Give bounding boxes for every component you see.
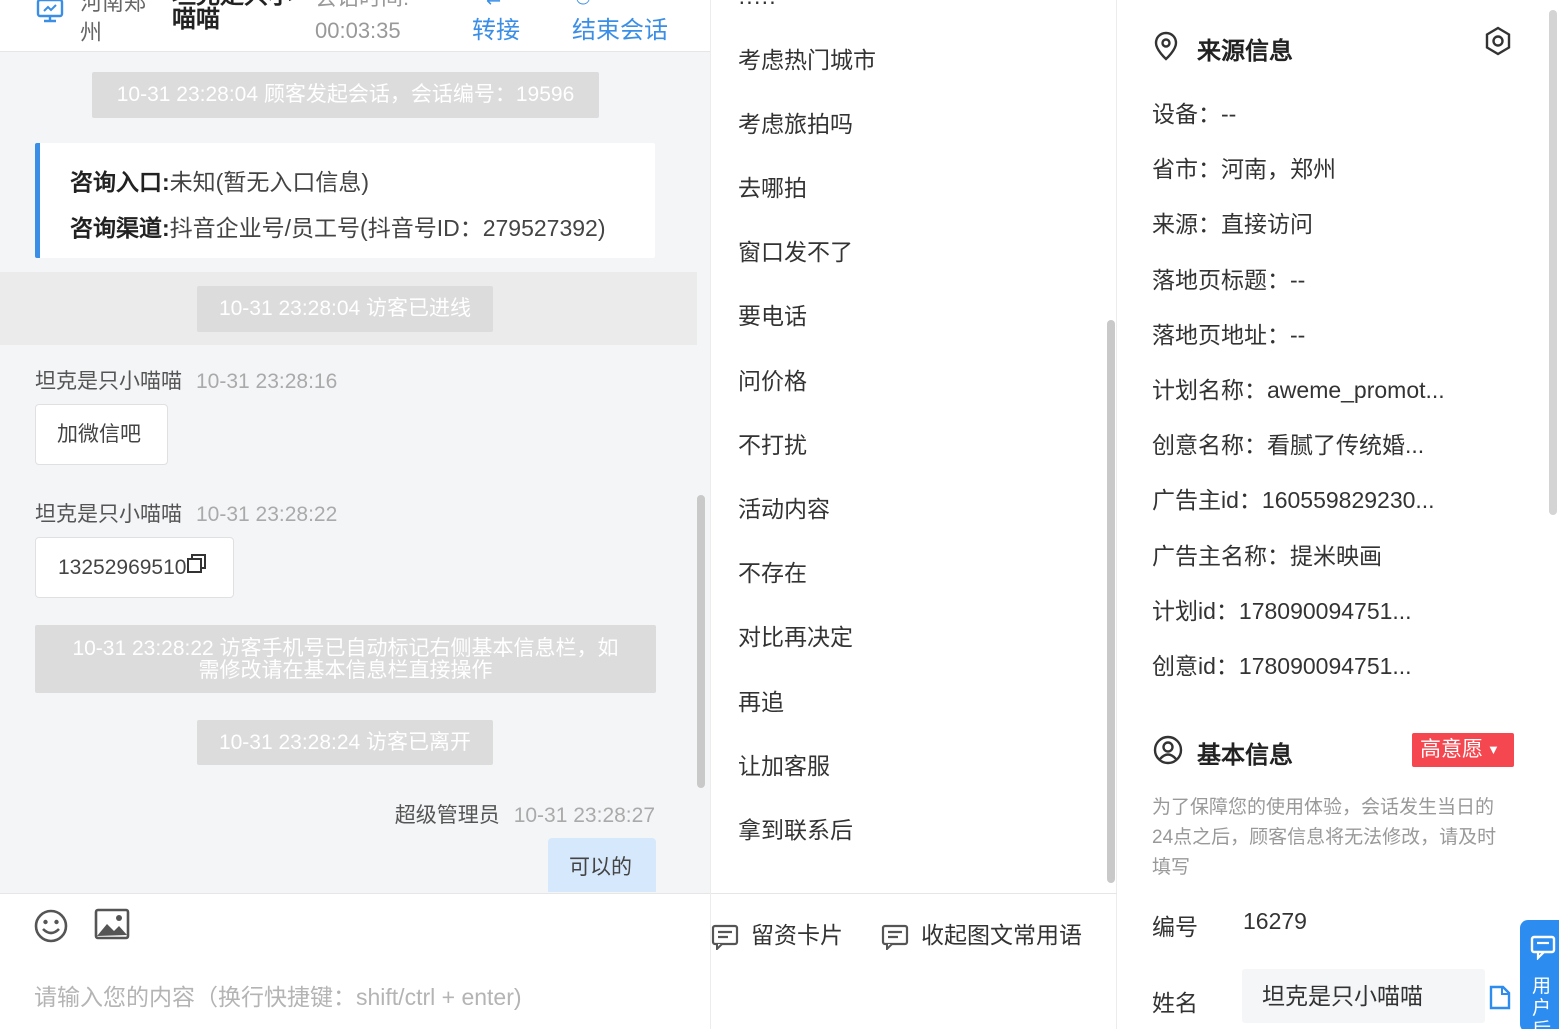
chat-header: 河南郑州 坦克是只小喵喵 会话时间: 00:03:35 ⇄ 转接 ⎋ 结束会话 [0,0,710,52]
source-row-landing-title: 落地页标题：-- [1152,267,1306,293]
duration-label: 会话时间: [315,0,409,9]
phrase-item[interactable]: 要电话 [738,297,807,331]
end-session-button[interactable]: 结束会话 [572,18,668,44]
collapse-phrases-button[interactable]: 收起图文常用语 [881,916,1082,952]
copy-icon[interactable] [186,539,208,598]
message-bubble-phone: 13252969510 [35,537,234,598]
message-composer: 请输入您的内容（换行快捷键：shift/ctrl + enter) [0,893,710,1029]
card-icon [711,924,739,952]
name-label: 姓名 [1152,990,1198,1016]
system-message-line: 需修改请在基本信息栏直接操作 [198,659,493,682]
sender-name: 超级管理员 [394,804,500,827]
copy-icon[interactable] [1487,983,1513,1016]
monitor-icon [36,0,64,24]
channel-row: 咨询渠道:抖音企业号/员工号(抖音号ID：279527392) [70,209,606,243]
phrase-item[interactable]: 考虑热门城市 [738,41,876,75]
message-sender: 坦克是只小喵喵 10-31 23:28:22 [35,498,337,528]
message-list[interactable]: 10-31 23:28:04 顾客发起会话，会话编号：19596 咨询入口:未知… [0,52,700,892]
end-session-icon[interactable]: ⎋ [576,0,590,8]
location-pin-icon [1153,31,1179,66]
source-row-source: 来源：直接访问 [1152,211,1313,237]
phrase-item[interactable]: 活动内容 [738,490,830,524]
basic-info-title: 基本信息 [1197,742,1293,769]
transfer-icon[interactable]: ⇄ [486,0,501,8]
transfer-button[interactable]: 转接 [472,18,520,44]
customer-info-panel: 来源信息 设备：-- 省市：河南，郑州 来源：直接访问 落地页标题：-- 落地页… [1117,0,1559,1029]
float-button-label: 用户后 [1532,976,1552,1029]
source-row-plan-name: 计划名称：aweme_promot... [1152,377,1445,403]
entry-label: 咨询入口: [70,169,170,195]
system-message-left: 10-31 23:28:24 访客已离开 [197,720,493,765]
message-time: 10-31 23:28:16 [196,370,338,393]
quick-phrase-panel: ····· 考虑热门城市 考虑旅拍吗 去哪拍 窗口发不了 要电话 问价格 不打扰… [710,0,1118,1029]
collapse-phrases-label: 收起图文常用语 [921,922,1082,948]
phrase-item-partial[interactable]: ····· [738,0,776,15]
phrase-item[interactable]: 问价格 [738,362,807,396]
phrase-item[interactable]: 不存在 [738,554,807,588]
source-row-province: 省市：河南，郑州 [1152,156,1336,182]
session-duration: 00:03:35 [315,18,401,43]
image-icon[interactable] [94,908,130,947]
phrase-item[interactable]: 再追 [738,683,784,717]
phrase-item[interactable]: 考虑旅拍吗 [738,105,853,139]
user-history-float-button[interactable]: 用户后 [1520,920,1559,1029]
message-sender: 坦克是只小喵喵 10-31 23:28:16 [35,365,337,395]
source-row-plan-id: 计划id：178090094751... [1152,598,1412,624]
intent-label: 高意愿 [1420,738,1483,761]
channel-label: 咨询渠道: [70,215,170,241]
entry-row: 咨询入口:未知(暂无入口信息) [70,163,369,197]
visitor-name: 坦克是只小喵喵 [172,0,292,33]
message-time: 10-31 23:28:22 [196,503,338,526]
visitor-location: 河南郑州 [80,0,147,45]
channel-value: 抖音企业号/员工号(抖音号ID：279527392) [169,215,606,241]
source-row-creative-id: 创意id：178090094751... [1152,653,1412,679]
phrase-item[interactable]: 对比再决定 [738,618,853,652]
message-bubble: 加微信吧 [35,404,168,465]
entry-info-card: 咨询入口:未知(暂无入口信息) 咨询渠道:抖音企业号/员工号(抖音号ID：279… [35,143,655,258]
message-bubble-mine: 可以的 [548,838,656,892]
source-info-title: 来源信息 [1197,38,1293,65]
message-input[interactable]: 请输入您的内容（换行快捷键：shift/ctrl + enter) [34,978,522,1012]
name-field[interactable]: 坦克是只小喵喵 [1242,969,1485,1023]
smile-icon[interactable] [33,908,69,949]
phrase-scrollbar[interactable] [1107,320,1115,883]
chat-panel: 河南郑州 坦克是只小喵喵 会话时间: 00:03:35 ⇄ 转接 ⎋ 结束会话 … [0,0,710,1029]
intent-dropdown[interactable]: 高意愿 ▼ [1412,733,1514,767]
edit-notice: 为了保障您的使用体验，会话发生当日的24点之后，顾客信息将无法修改，请及时填写 [1152,797,1497,878]
phrase-toolbar: 留资卡片 收起图文常用语 [711,893,1118,1029]
phrase-item[interactable]: 让加客服 [738,747,830,781]
phrase-item[interactable]: 拿到联系后 [738,811,853,845]
source-row-creative-name: 创意名称：看腻了传统婚... [1152,432,1425,458]
system-message-line: 10-31 23:28:22 访客手机号已自动标记右侧基本信息栏，如 [72,637,619,660]
lead-card-button[interactable]: 留资卡片 [711,916,843,952]
entry-value: 未知(暂无入口信息) [169,169,369,195]
message-sender: 超级管理员 10-31 23:28:27 [395,799,655,829]
id-label: 编号 [1152,914,1198,940]
id-value: 16279 [1243,908,1307,934]
message-scrollbar[interactable] [697,495,705,788]
caret-down-icon: ▼ [1487,742,1500,757]
sender-name: 坦克是只小喵喵 [35,370,182,393]
source-row-advertiser-name: 广告主名称：提米映画 [1152,543,1382,569]
system-message-online: 10-31 23:28:04 访客已进线 [197,286,493,332]
phone-number: 13252969510 [58,556,187,579]
phrase-item[interactable]: 去哪拍 [738,169,807,203]
message-time: 10-31 23:28:27 [513,804,655,827]
online-band: 10-31 23:28:04 访客已进线 [0,272,697,345]
card-icon [881,924,909,952]
system-message-start: 10-31 23:28:04 顾客发起会话，会话编号：19596 [92,72,599,118]
phrase-item[interactable]: 不打扰 [738,426,807,460]
sender-name: 坦克是只小喵喵 [35,503,182,526]
source-row-advertiser-id: 广告主id：160559829230... [1152,487,1435,513]
user-circle-icon [1153,735,1183,770]
chat-bubble-icon [1530,934,1556,965]
lead-card-label: 留资卡片 [751,922,843,948]
system-message-phone: 10-31 23:28:22 访客手机号已自动标记右侧基本信息栏，如 需修改请在… [35,625,656,693]
info-scrollbar[interactable] [1549,10,1557,515]
source-row-landing-url: 落地页地址：-- [1152,322,1306,348]
phrase-item[interactable]: 窗口发不了 [738,233,853,267]
source-row-device: 设备：-- [1152,101,1237,127]
settings-icon[interactable] [1483,26,1513,61]
